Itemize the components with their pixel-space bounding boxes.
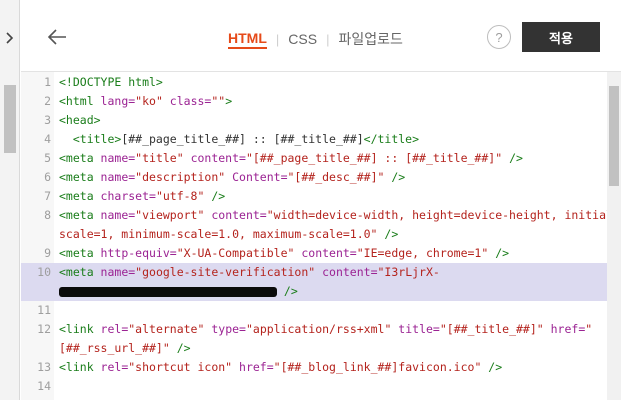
left-panel-strip	[0, 0, 20, 400]
question-circle-icon[interactable]: ?	[487, 25, 511, 49]
line-number: 6	[44, 170, 51, 184]
code-line: 3 <head>	[21, 111, 607, 130]
code-line: 14	[21, 377, 607, 396]
apply-button[interactable]: 적용	[522, 22, 600, 52]
line-number: 7	[44, 189, 51, 203]
scrollbar-thumb[interactable]	[609, 86, 619, 186]
code-line: 9 <meta http-equiv="X-UA-Compatible" con…	[21, 244, 607, 263]
line-content: <link rel="shortcut icon" href="[##_blog…	[59, 360, 503, 374]
tab-css[interactable]: CSS	[288, 31, 317, 47]
code-line: 5 <meta name="title" content="[##_page_t…	[21, 149, 607, 168]
tab-html[interactable]: HTML	[228, 30, 267, 49]
line-number: 11	[37, 303, 51, 317]
line-content: <head>	[59, 113, 101, 127]
code-line: 1 <!DOCTYPE html>	[21, 73, 607, 92]
line-content: <link rel="alternate" type="application/…	[59, 322, 593, 355]
line-number: 8	[44, 208, 51, 222]
code-line: 4 <title>[##_page_title_##] :: [##_title…	[21, 130, 607, 149]
tab-file-upload[interactable]: 파일업로드	[338, 29, 402, 49]
code-line-highlighted: 10 <meta name="google-site-verification"…	[21, 263, 607, 301]
code-line: 7 <meta charset="utf-8" />	[21, 187, 607, 206]
line-number: 12	[37, 322, 51, 336]
line-number: 14	[37, 379, 51, 393]
line-number: 5	[44, 151, 51, 165]
arrow-left-icon[interactable]	[45, 25, 69, 49]
code-line: 13 <link rel="shortcut icon" href="[##_b…	[21, 358, 607, 377]
line-number: 2	[44, 94, 51, 108]
code-line: 8 <meta name="viewport" content="width=d…	[21, 206, 607, 244]
line-number: 1	[44, 75, 51, 89]
editor-header: HTML | CSS | 파일업로드 ? 적용	[21, 0, 621, 72]
line-number: 10	[37, 265, 51, 279]
line-content: <meta name="title" content="[##_page_tit…	[59, 151, 523, 165]
line-number: 9	[44, 246, 51, 260]
code-line: 11	[21, 301, 607, 320]
line-number: 3	[44, 113, 51, 127]
line-number: 4	[44, 132, 51, 146]
line-content: <title>[##_page_title_##] :: [##_title_#…	[59, 132, 420, 146]
vertical-scrollbar[interactable]	[607, 72, 621, 400]
code-line: 6 <meta name="description" Content="[##_…	[21, 168, 607, 187]
editor-tabs: HTML | CSS | 파일업로드	[228, 29, 403, 49]
code-line: 12 <link rel="alternate" type="applicati…	[21, 320, 607, 358]
line-content: <meta name="viewport" content="width=dev…	[59, 208, 607, 241]
chevron-right-icon[interactable]	[3, 30, 17, 46]
line-content: <meta http-equiv="X-UA-Compatible" conte…	[59, 246, 510, 260]
line-content: <meta name="description" Content="[##_de…	[59, 170, 406, 184]
help-label: ?	[495, 29, 503, 45]
tab-divider: |	[326, 31, 330, 47]
redaction-bar	[59, 286, 277, 297]
line-number: 13	[37, 360, 51, 374]
line-content: <meta charset="utf-8" />	[59, 189, 226, 203]
line-content: <meta name="google-site-verification" co…	[59, 265, 440, 298]
code-line: 2 <html lang="ko" class="">	[21, 92, 607, 111]
line-content: <html lang="ko" class="">	[59, 94, 233, 108]
code-editor[interactable]: 1 <!DOCTYPE html> 2 <html lang="ko" clas…	[21, 72, 607, 400]
tab-divider: |	[275, 31, 280, 47]
left-scrollbar-thumb[interactable]	[4, 85, 16, 153]
line-content: <!DOCTYPE html>	[59, 75, 163, 89]
